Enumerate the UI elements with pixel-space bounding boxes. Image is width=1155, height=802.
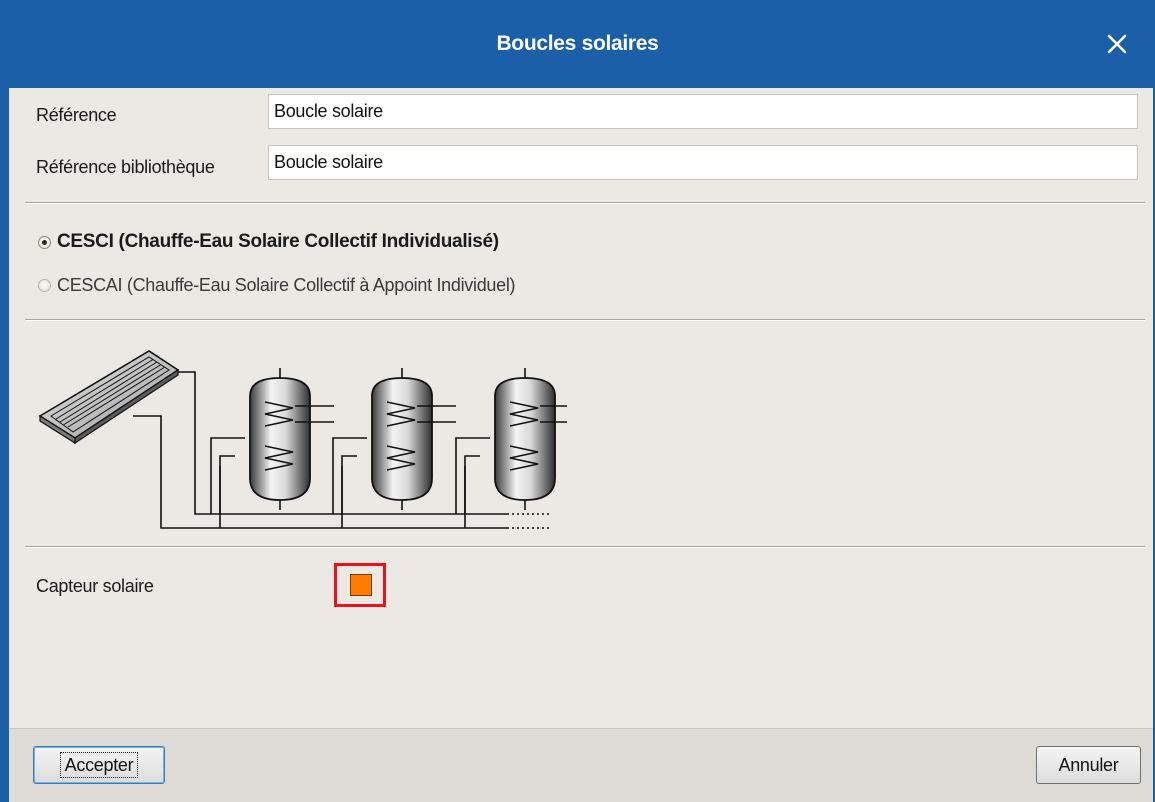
reference-input[interactable]: [268, 94, 1138, 129]
solar-collector-color-swatch: [350, 574, 372, 596]
solar-loop-diagram-svg: [38, 350, 579, 529]
separator: [25, 202, 1145, 204]
storage-tank-icon: [494, 368, 579, 510]
storage-tank-icon: [249, 368, 334, 510]
title-bar[interactable]: Boucles solaires: [0, 0, 1155, 88]
cesci-radio[interactable]: [38, 235, 51, 249]
cancel-button[interactable]: Annuler: [1036, 746, 1141, 784]
cescai-radio[interactable]: [38, 279, 51, 292]
solar-loop-diagram: [37, 346, 579, 541]
close-icon: [1107, 34, 1127, 54]
continuation-dots: [507, 513, 551, 529]
accept-button-label: Accepter: [59, 751, 139, 778]
cescai-label: CESCAI (Chauffe-Eau Solaire Collectif à …: [57, 275, 516, 295]
solar-collector-color-button[interactable]: [334, 563, 386, 607]
option-cesci[interactable]: CESCI (Chauffe-Eau Solaire Collectif Ind…: [38, 231, 499, 253]
color-swatch-well: [342, 571, 378, 599]
separator: [25, 546, 1145, 548]
storage-tank-icon: [371, 368, 456, 510]
close-button[interactable]: [1099, 26, 1135, 62]
dialog-title: Boucles solaires: [496, 32, 659, 55]
reference-label: Référence: [36, 105, 117, 125]
solar-panel-icon: [38, 350, 180, 445]
solar-collector-label: Capteur solaire: [36, 576, 154, 596]
separator: [25, 319, 1145, 321]
accept-button[interactable]: Accepter: [33, 746, 165, 784]
dialog-body: Référence Référence bibliothèque CESCI (…: [9, 88, 1153, 802]
library-reference-label: Référence bibliothèque: [36, 157, 215, 177]
cesci-label: CESCI (Chauffe-Eau Solaire Collectif Ind…: [57, 231, 499, 252]
dialog-footer: Accepter Annuler: [9, 728, 1153, 802]
option-cescai[interactable]: CESCAI (Chauffe-Eau Solaire Collectif à …: [38, 275, 516, 296]
library-reference-input[interactable]: [268, 145, 1138, 180]
dialog-window: Boucles solaires Référence Référence bib…: [0, 0, 1155, 802]
loop-pipes: [133, 371, 507, 529]
